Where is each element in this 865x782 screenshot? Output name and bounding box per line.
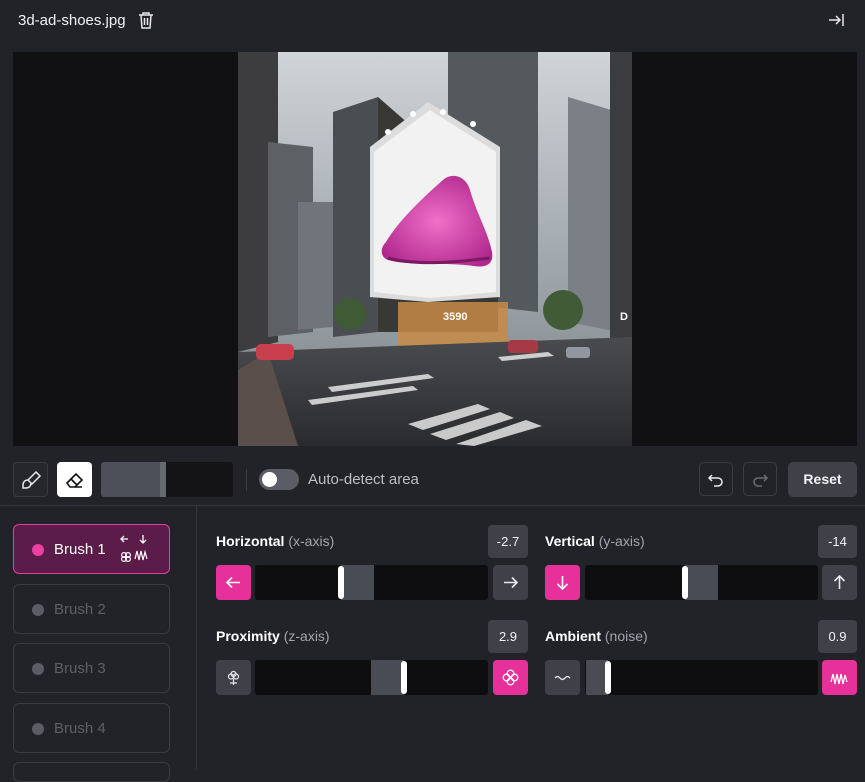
vertical-label: Vertical (y-axis) <box>545 533 645 549</box>
flower-small-icon <box>227 670 240 685</box>
billboard-sign-text: 3590 <box>443 311 467 323</box>
proximity-slider[interactable] <box>255 660 488 695</box>
edit-toolbar: Auto-detect area Reset <box>0 455 865 505</box>
eraser-icon <box>65 472 84 488</box>
trash-icon[interactable] <box>138 11 154 29</box>
undo-button[interactable] <box>699 462 733 496</box>
arrow-left-icon <box>225 576 240 589</box>
brush-label: Brush 1 <box>54 541 106 558</box>
redo-icon <box>753 474 769 487</box>
ambient-high-button[interactable] <box>822 660 857 695</box>
paintbrush-icon <box>22 470 42 489</box>
brush-tool-button[interactable] <box>13 462 48 497</box>
reset-button[interactable]: Reset <box>788 462 857 497</box>
horizontal-slider-range <box>341 565 374 600</box>
eraser-tool-button[interactable] <box>57 462 92 497</box>
brush-label: Brush 3 <box>54 660 106 677</box>
toggle-knob <box>262 472 277 487</box>
collapse-panel-icon[interactable] <box>827 11 845 29</box>
brush-label: Brush 2 <box>54 601 106 618</box>
arrow-up-icon <box>833 574 846 589</box>
arrow-down-icon <box>556 576 569 591</box>
brush-size-slider[interactable] <box>101 462 233 497</box>
ambient-label: Ambient (noise) <box>545 628 648 644</box>
brush-item-1[interactable]: Brush 1 <box>13 524 170 574</box>
redo-button[interactable] <box>743 462 777 496</box>
brush-item-3[interactable]: Brush 3 <box>13 643 170 693</box>
ambient-value[interactable]: 0.9 <box>818 620 857 653</box>
brush-item-5[interactable] <box>13 762 170 782</box>
wave-noise-icon <box>830 673 848 685</box>
toolbar-divider <box>246 469 247 491</box>
brush-item-4[interactable]: Brush 4 <box>13 703 170 753</box>
vertical-slider-handle[interactable] <box>682 566 688 599</box>
brush-label: Brush 4 <box>54 720 106 737</box>
vertical-slider-range <box>685 565 718 600</box>
arrow-right-icon <box>504 576 519 589</box>
auto-detect-label: Auto-detect area <box>308 471 419 488</box>
ambient-slider-handle[interactable] <box>605 661 611 694</box>
horizontal-slider-handle[interactable] <box>338 566 344 599</box>
brush-color-dot <box>32 604 44 616</box>
horizontal-value[interactable]: -2.7 <box>488 525 528 558</box>
vertical-up-button[interactable] <box>822 565 857 600</box>
vertical-down-button[interactable] <box>545 565 580 600</box>
brush-color-dot <box>32 723 44 735</box>
proximity-value[interactable]: 2.9 <box>488 620 528 653</box>
horizontal-slider[interactable] <box>255 565 488 600</box>
proximity-slider-handle[interactable] <box>401 661 407 694</box>
proximity-slider-range <box>371 660 404 695</box>
brush-axes-icon <box>120 535 148 563</box>
auto-detect-toggle[interactable] <box>259 469 299 490</box>
horizontal-label: Horizontal (x-axis) <box>216 533 335 549</box>
brush-color-dot <box>32 544 44 556</box>
ambient-slider[interactable] <box>585 660 818 695</box>
ambient-low-button[interactable] <box>545 660 580 695</box>
ad-scene-image: 3590 D <box>238 52 632 446</box>
svg-text:D: D <box>620 311 628 323</box>
vertical-value[interactable]: -14 <box>818 525 857 558</box>
file-name: 3d-ad-shoes.jpg <box>18 12 126 29</box>
undo-icon <box>707 474 723 487</box>
horizontal-right-button[interactable] <box>493 565 528 600</box>
brush-size-fill <box>101 462 163 497</box>
top-bar: 3d-ad-shoes.jpg <box>0 0 865 44</box>
wave-calm-icon <box>554 675 571 681</box>
street-scene-graphic: 3590 D <box>238 52 632 446</box>
proximity-label: Proximity (z-axis) <box>216 628 330 644</box>
proximity-far-button[interactable] <box>216 660 251 695</box>
brush-list: Brush 1 Brush 2 Brush 3 Brush 4 <box>0 506 197 782</box>
vertical-slider[interactable] <box>585 565 818 600</box>
horizontal-left-button[interactable] <box>216 565 251 600</box>
brush-color-dot <box>32 663 44 675</box>
image-canvas[interactable]: 3590 D <box>13 52 857 446</box>
brush-item-2[interactable]: Brush 2 <box>13 584 170 634</box>
proximity-near-button[interactable] <box>493 660 528 695</box>
flower-large-icon <box>502 669 519 686</box>
brush-size-handle[interactable] <box>160 462 166 497</box>
